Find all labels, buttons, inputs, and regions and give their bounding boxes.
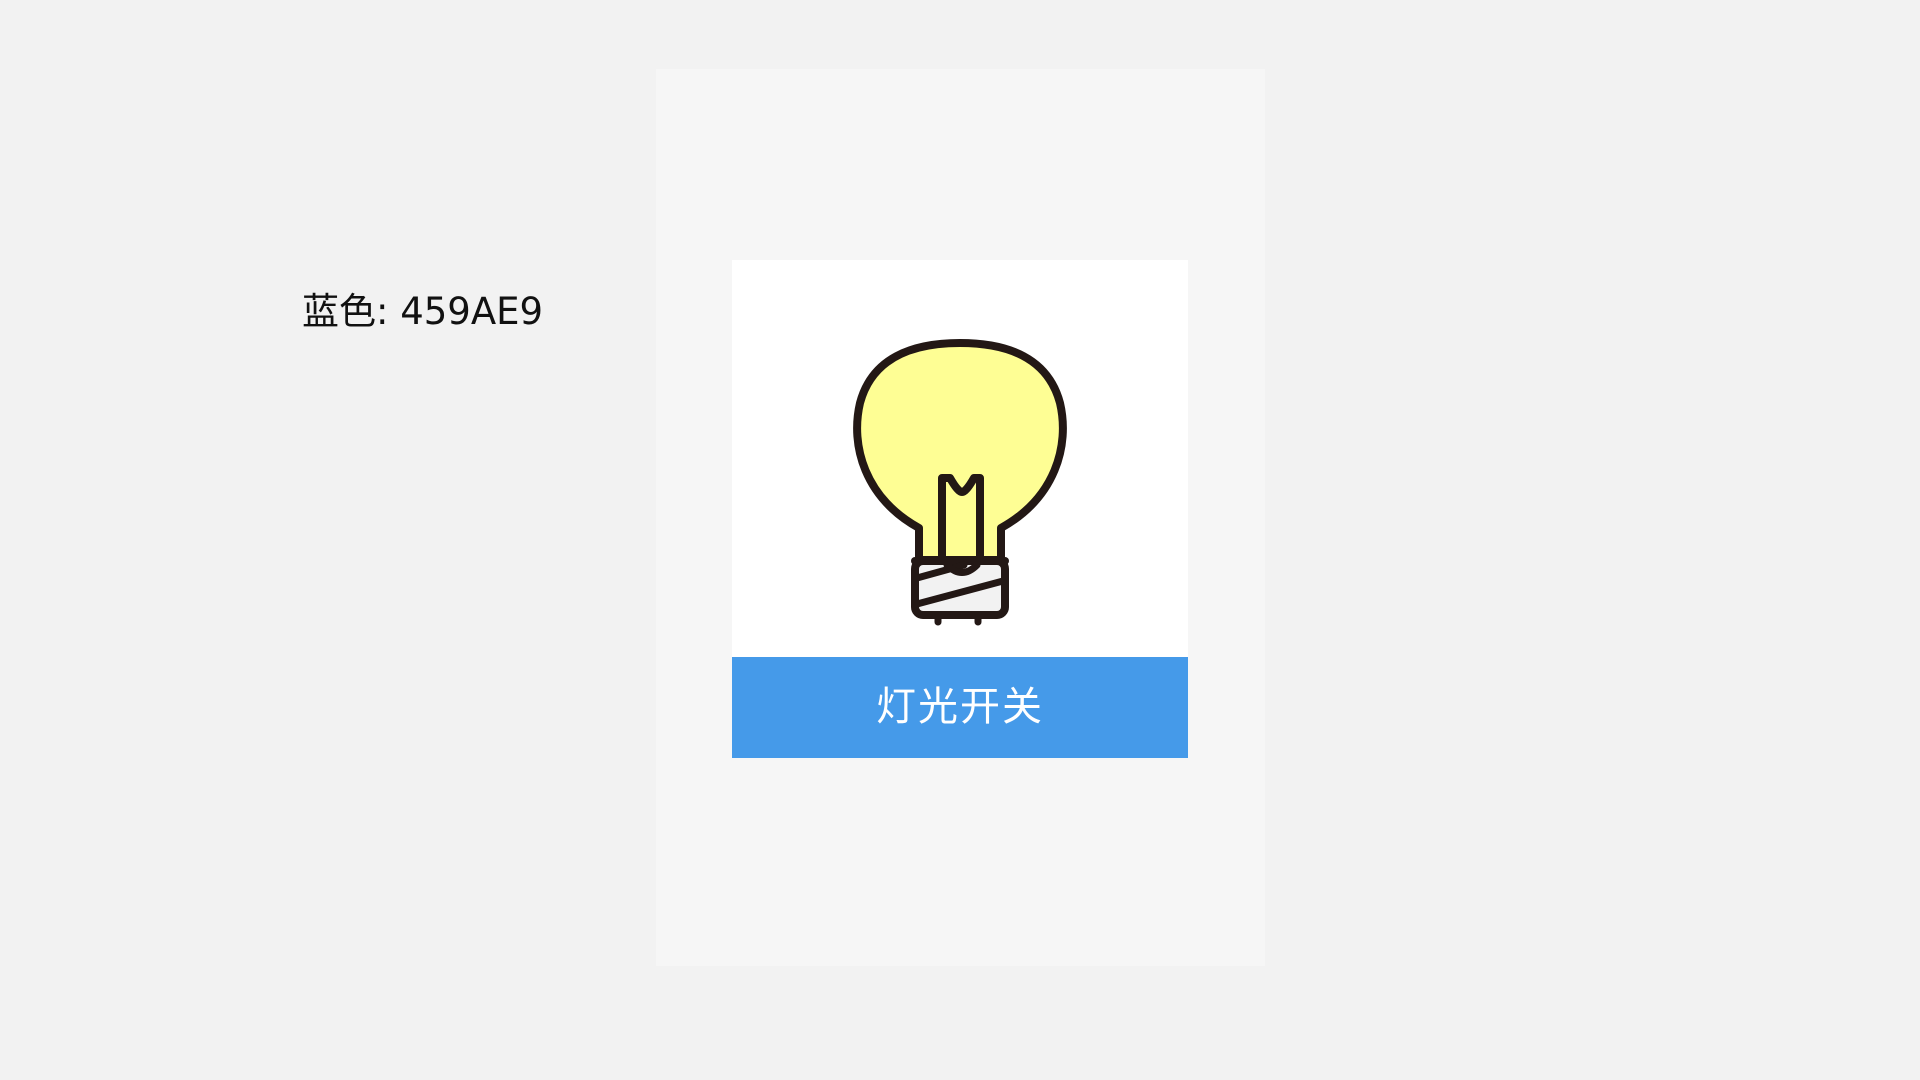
light-switch-card: 灯光开关	[732, 260, 1188, 758]
light-bulb-icon	[853, 339, 1067, 626]
bulb-area	[732, 260, 1188, 657]
color-note-label: 蓝色: 459AE9	[302, 290, 544, 333]
bulb-glass	[853, 339, 1067, 564]
light-switch-button[interactable]: 灯光开关	[732, 657, 1188, 758]
